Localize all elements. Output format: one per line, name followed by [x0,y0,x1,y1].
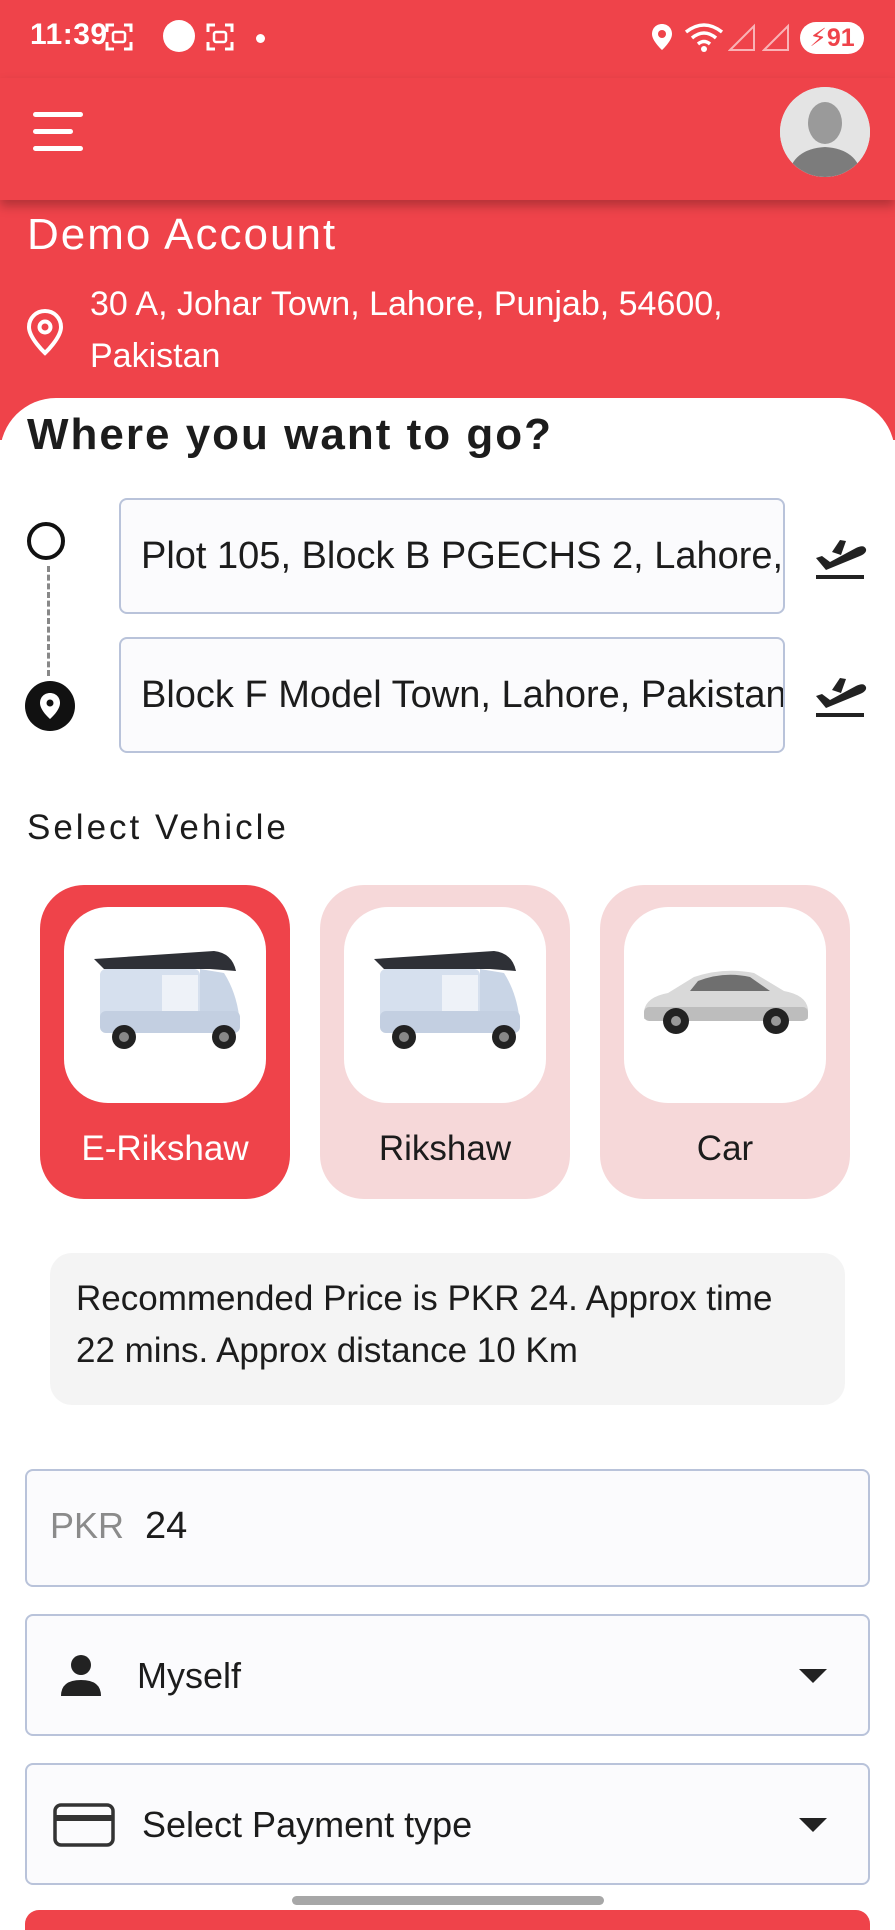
home-indicator[interactable] [292,1896,604,1905]
vehicle-label: Car [696,1129,754,1168]
vehicle-image [64,907,266,1103]
rider-value: Myself [137,1655,242,1696]
origin-marker-icon [27,522,65,560]
vehicle-image [344,907,546,1103]
select-vehicle-heading: Select Vehicle [27,808,289,847]
screenshot-icon [105,23,133,51]
payment-type-label: Select Payment type [142,1804,473,1845]
currency-prefix: PKR [50,1505,125,1546]
vehicle-image [624,907,826,1103]
flight-takeoff-icon[interactable] [812,670,868,718]
account-address: 30 A, Johar Town, Lahore, Punjab, 54600,… [90,285,723,375]
vehicle-label: Rikshaw [378,1129,512,1168]
destination-marker-icon [25,681,75,731]
status-time: 11:39 [30,18,108,51]
vehicle-label: E-Rikshaw [81,1129,249,1168]
person-icon [61,1655,101,1696]
vehicle-option-car[interactable]: Car [600,885,850,1199]
vehicle-option-e-rikshaw[interactable]: E-Rikshaw [40,885,290,1199]
app-header [0,78,895,200]
avatar[interactable] [780,87,870,177]
account-name: Demo Account [27,210,338,259]
app-notification-icon [163,20,195,52]
chevron-down-icon[interactable] [799,1818,827,1832]
dropoff-location-input[interactable]: Block F Model Town, Lahore, Pakistan [119,637,785,753]
scan-icon [206,23,234,51]
signal-2-icon [762,23,789,51]
status-bar [0,0,895,78]
signal-1-icon [728,23,755,51]
chevron-down-icon[interactable] [799,1669,827,1683]
rickshaw-icon [374,951,520,1049]
page-title: Where you want to go? [27,410,553,459]
book-ride-button[interactable] [25,1910,870,1930]
route-connector [47,566,50,676]
location-status-icon [652,24,672,50]
menu-icon[interactable] [33,110,83,154]
charging-icon: ⚡ [809,24,827,52]
vehicle-option-rikshaw[interactable]: Rikshaw [320,885,570,1199]
user-avatar-icon [780,87,870,177]
pickup-location-input[interactable]: Plot 105, Block B PGECHS 2, Lahore, Paki… [119,498,785,614]
credit-card-icon [53,1803,115,1847]
fare-estimate-info: Recommended Price is PKR 24. Approx time… [50,1253,845,1405]
notification-dot-icon [256,34,265,43]
price-value[interactable]: 24 [145,1505,187,1548]
rickshaw-icon [94,951,240,1049]
car-icon [644,970,808,1034]
wifi-icon [684,23,724,52]
flight-takeoff-icon[interactable] [812,532,868,580]
location-pin-icon [26,308,64,356]
battery-indicator: ⚡91 [800,22,864,54]
